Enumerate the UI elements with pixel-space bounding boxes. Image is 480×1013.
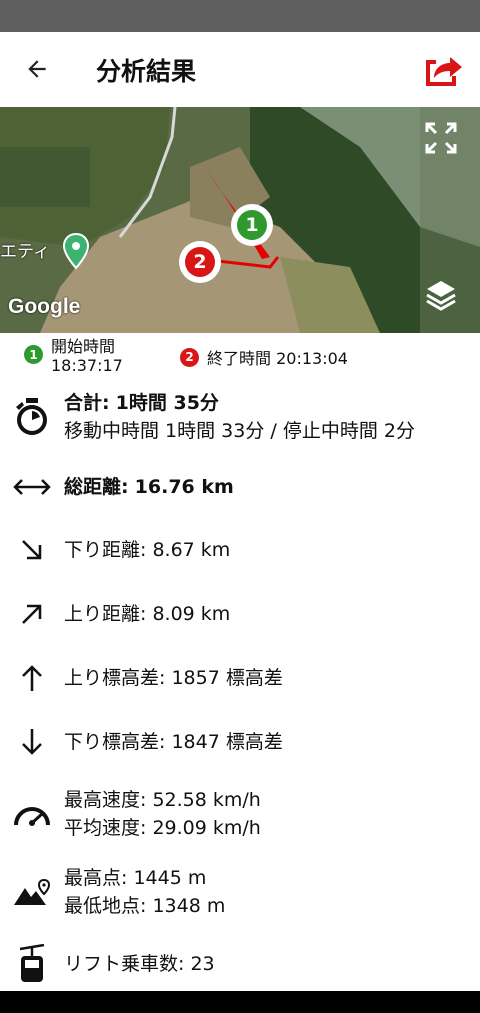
end-marker[interactable]: 2 — [179, 241, 221, 283]
app-bar: 分析結果 — [0, 32, 480, 107]
distance-value: 16.76 km — [134, 476, 234, 498]
google-logo: Google — [8, 295, 81, 318]
avg-speed: 平均速度: 29.09 km/h — [64, 817, 261, 839]
nav-bar — [0, 991, 480, 1013]
status-bar — [0, 0, 480, 32]
down-distance: 下り距離: 8.67 km — [64, 539, 231, 561]
stat-distance: 総距離: 16.76 km — [0, 467, 480, 507]
start-time-value: 18:37:17 — [51, 356, 123, 375]
ascent: 上り標高差: 1857 標高差 — [64, 667, 283, 689]
map-view[interactable]: エティ 1 2 Google — [0, 107, 480, 333]
max-altitude: 最高点: 1445 m — [64, 867, 207, 889]
max-speed: 最高速度: 52.58 km/h — [64, 789, 261, 811]
start-time-label: 開始時間 — [51, 337, 116, 356]
stat-ascent: 上り標高差: 1857 標高差 — [0, 658, 480, 698]
share-icon[interactable] — [422, 50, 464, 90]
stat-total-time: 合計: 1時間 35分 移動中時間 1時間 33分 / 停止中時間 2分 — [0, 391, 480, 451]
stat-altitude: 最高点: 1445 m 最低地点: 1348 m — [0, 864, 480, 920]
fullscreen-icon[interactable] — [424, 121, 458, 155]
gondola-icon — [12, 944, 52, 984]
min-altitude: 最低地点: 1348 m — [64, 895, 226, 917]
descent: 下り標高差: 1847 標高差 — [64, 731, 283, 753]
mountain-pin-icon — [12, 872, 52, 912]
arrow-down-right-icon — [12, 530, 52, 570]
horizontal-arrows-icon — [12, 467, 52, 507]
up-distance: 上り距離: 8.09 km — [64, 603, 231, 625]
speedometer-icon — [12, 794, 52, 834]
stat-lifts: リフト乗車数: 23 — [0, 942, 480, 986]
stat-down-distance: 下り距離: 8.67 km — [0, 530, 480, 570]
arrow-down-icon — [12, 722, 52, 762]
location-pin-icon[interactable] — [62, 232, 90, 272]
page-title: 分析結果 — [96, 57, 197, 86]
arrow-left-icon[interactable] — [22, 54, 52, 84]
end-badge: 2 — [180, 347, 199, 367]
stopwatch-icon — [12, 397, 52, 437]
arrow-up-icon — [12, 658, 52, 698]
moving-time: 移動中時間 1時間 33分 / 停止中時間 2分 — [64, 420, 415, 442]
end-time: 2 終了時間 20:13:04 — [180, 345, 348, 369]
lift-count: リフト乗車数: 23 — [64, 953, 215, 975]
arrow-up-right-icon — [12, 594, 52, 634]
start-time: 1 開始時間 18:37:17 — [24, 337, 123, 375]
start-marker[interactable]: 1 — [231, 204, 273, 246]
stat-up-distance: 上り距離: 8.09 km — [0, 594, 480, 634]
end-time-label: 終了時間 20:13:04 — [207, 349, 348, 368]
distance-label: 総距離: — [64, 476, 129, 498]
start-badge: 1 — [24, 345, 43, 364]
stat-speed: 最高速度: 52.58 km/h 平均速度: 29.09 km/h — [0, 786, 480, 842]
layers-icon[interactable] — [424, 277, 458, 311]
map-place-label: エティ — [0, 242, 50, 262]
time-summary: 1 開始時間 18:37:17 2 終了時間 20:13:04 — [0, 333, 480, 379]
total-time-label: 合計: — [64, 392, 110, 414]
stat-descent: 下り標高差: 1847 標高差 — [0, 722, 480, 762]
total-time-value: 1時間 35分 — [115, 392, 219, 414]
